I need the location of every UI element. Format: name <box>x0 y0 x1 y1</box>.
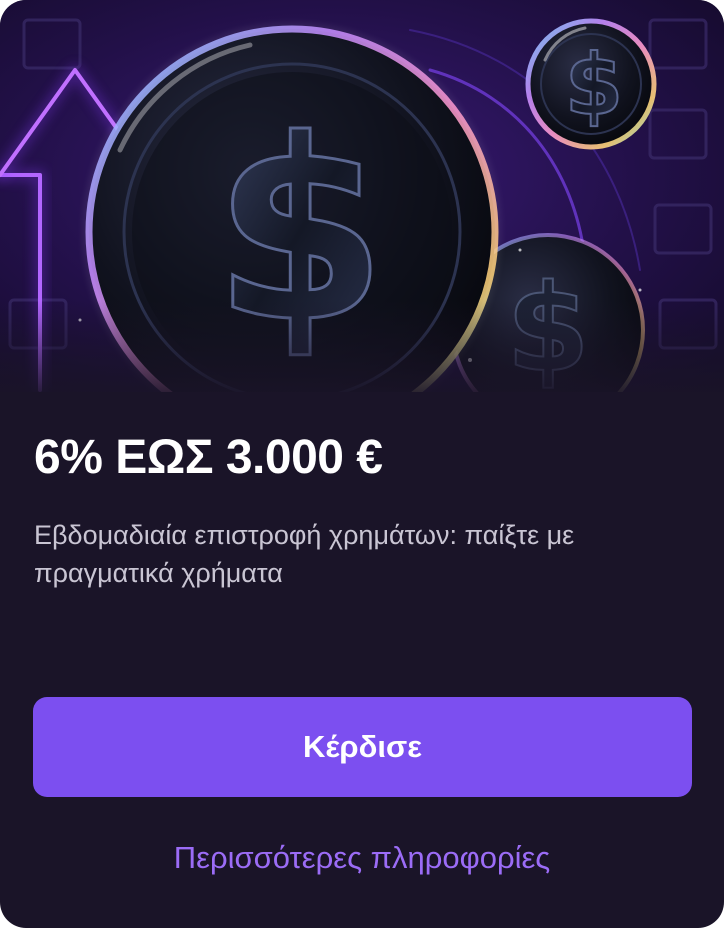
win-button[interactable]: Κέρδισε <box>33 697 692 797</box>
promo-hero-image: $ $ $ <box>0 0 724 392</box>
svg-text:$: $ <box>565 36 623 134</box>
promo-description: Εβδομαδιαία επιστροφή χρημάτων: παίξτε μ… <box>34 520 575 588</box>
promo-card: $ $ $ <box>0 0 724 928</box>
more-info-link[interactable]: Περισσότερες πληροφορίες <box>0 838 724 878</box>
promo-title: 6% ΕΩΣ 3.000 € <box>34 431 383 484</box>
